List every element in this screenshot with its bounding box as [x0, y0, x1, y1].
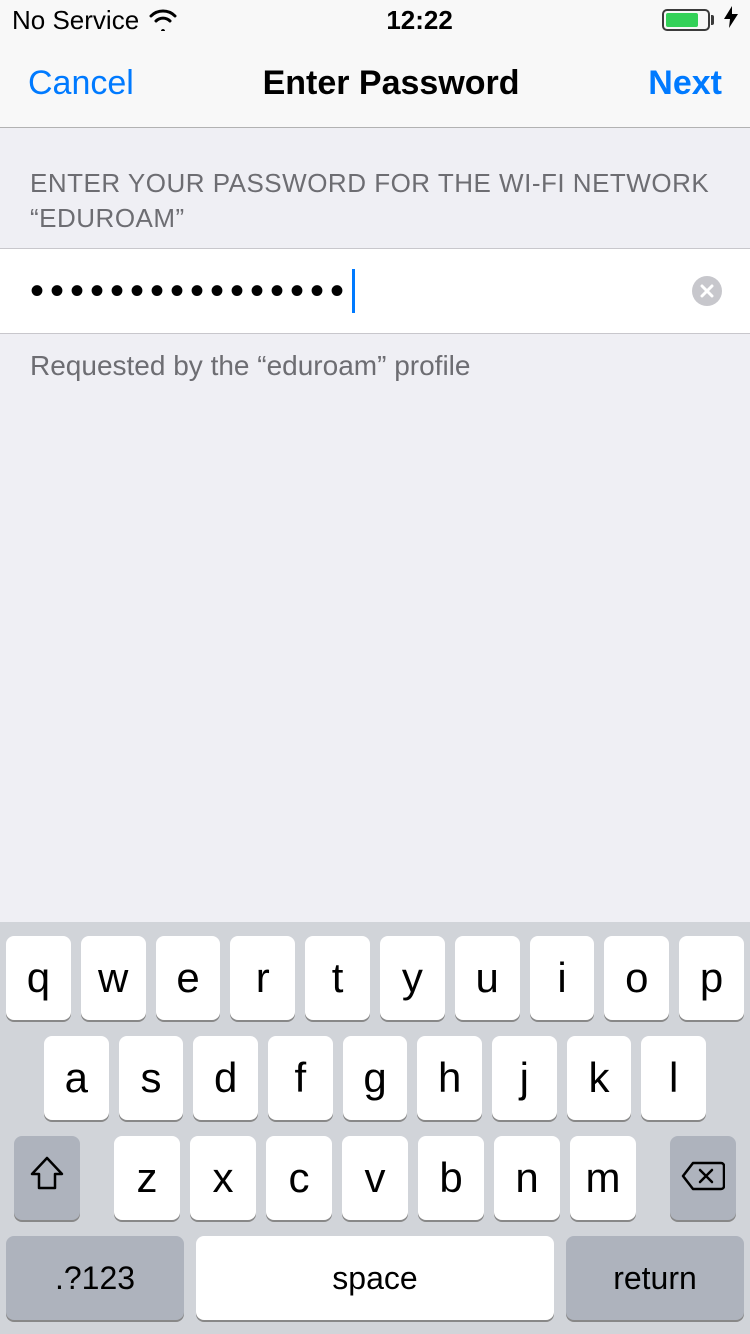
nav-bar: Cancel Enter Password Next [0, 40, 750, 128]
clock-label: 12:22 [386, 5, 453, 36]
status-bar: No Service 12:22 [0, 0, 750, 40]
keyboard-row-1: q w e r t y u i o p [6, 936, 744, 1020]
clear-button[interactable] [692, 276, 722, 306]
shift-icon [28, 1154, 66, 1202]
next-button[interactable]: Next [648, 64, 722, 103]
page-title: Enter Password [263, 64, 520, 103]
status-left: No Service [12, 5, 177, 36]
key-return[interactable]: return [566, 1236, 744, 1320]
close-icon [700, 284, 714, 298]
section-header: ENTER YOUR PASSWORD FOR THE WI-FI NETWOR… [0, 128, 750, 248]
keyboard-row-3: z x c v b n m [6, 1136, 744, 1220]
key-k[interactable]: k [567, 1036, 632, 1120]
section-header-line1: ENTER YOUR PASSWORD FOR THE WI-FI NETWOR… [30, 168, 720, 199]
backspace-icon [681, 1154, 725, 1202]
password-masked-value: •••••••••••••••• [30, 269, 355, 314]
key-numbers[interactable]: .?123 [6, 1236, 184, 1320]
key-shift[interactable] [14, 1136, 80, 1220]
key-l[interactable]: l [641, 1036, 706, 1120]
key-b[interactable]: b [418, 1136, 484, 1220]
key-y[interactable]: y [380, 936, 445, 1020]
key-a[interactable]: a [44, 1036, 109, 1120]
key-o[interactable]: o [604, 936, 669, 1020]
key-c[interactable]: c [266, 1136, 332, 1220]
footer-note: Requested by the “eduroam” profile [0, 334, 750, 398]
cancel-button[interactable]: Cancel [28, 64, 134, 103]
key-v[interactable]: v [342, 1136, 408, 1220]
battery-icon [662, 9, 714, 31]
status-right [662, 6, 738, 34]
key-g[interactable]: g [343, 1036, 408, 1120]
key-z[interactable]: z [114, 1136, 180, 1220]
keyboard-row-4: .?123 space return [6, 1236, 744, 1320]
keyboard-row-2: a s d f g h j k l [6, 1036, 744, 1120]
password-field[interactable]: •••••••••••••••• [0, 248, 750, 334]
key-n[interactable]: n [494, 1136, 560, 1220]
key-x[interactable]: x [190, 1136, 256, 1220]
key-i[interactable]: i [530, 936, 595, 1020]
carrier-label: No Service [12, 5, 139, 36]
key-m[interactable]: m [570, 1136, 636, 1220]
password-dots: •••••••••••••••• [30, 269, 350, 314]
key-d[interactable]: d [193, 1036, 258, 1120]
key-e[interactable]: e [156, 936, 221, 1020]
key-u[interactable]: u [455, 936, 520, 1020]
key-s[interactable]: s [119, 1036, 184, 1120]
section-header-line2: “EDUROAM” [30, 203, 720, 234]
charging-icon [724, 6, 738, 34]
key-f[interactable]: f [268, 1036, 333, 1120]
keyboard: q w e r t y u i o p a s d f g h j k l z … [0, 922, 750, 1334]
key-p[interactable]: p [679, 936, 744, 1020]
wifi-icon [149, 9, 177, 31]
key-t[interactable]: t [305, 936, 370, 1020]
key-q[interactable]: q [6, 936, 71, 1020]
key-backspace[interactable] [670, 1136, 736, 1220]
key-space[interactable]: space [196, 1236, 554, 1320]
key-r[interactable]: r [230, 936, 295, 1020]
text-cursor [352, 269, 355, 313]
key-h[interactable]: h [417, 1036, 482, 1120]
key-j[interactable]: j [492, 1036, 557, 1120]
key-w[interactable]: w [81, 936, 146, 1020]
